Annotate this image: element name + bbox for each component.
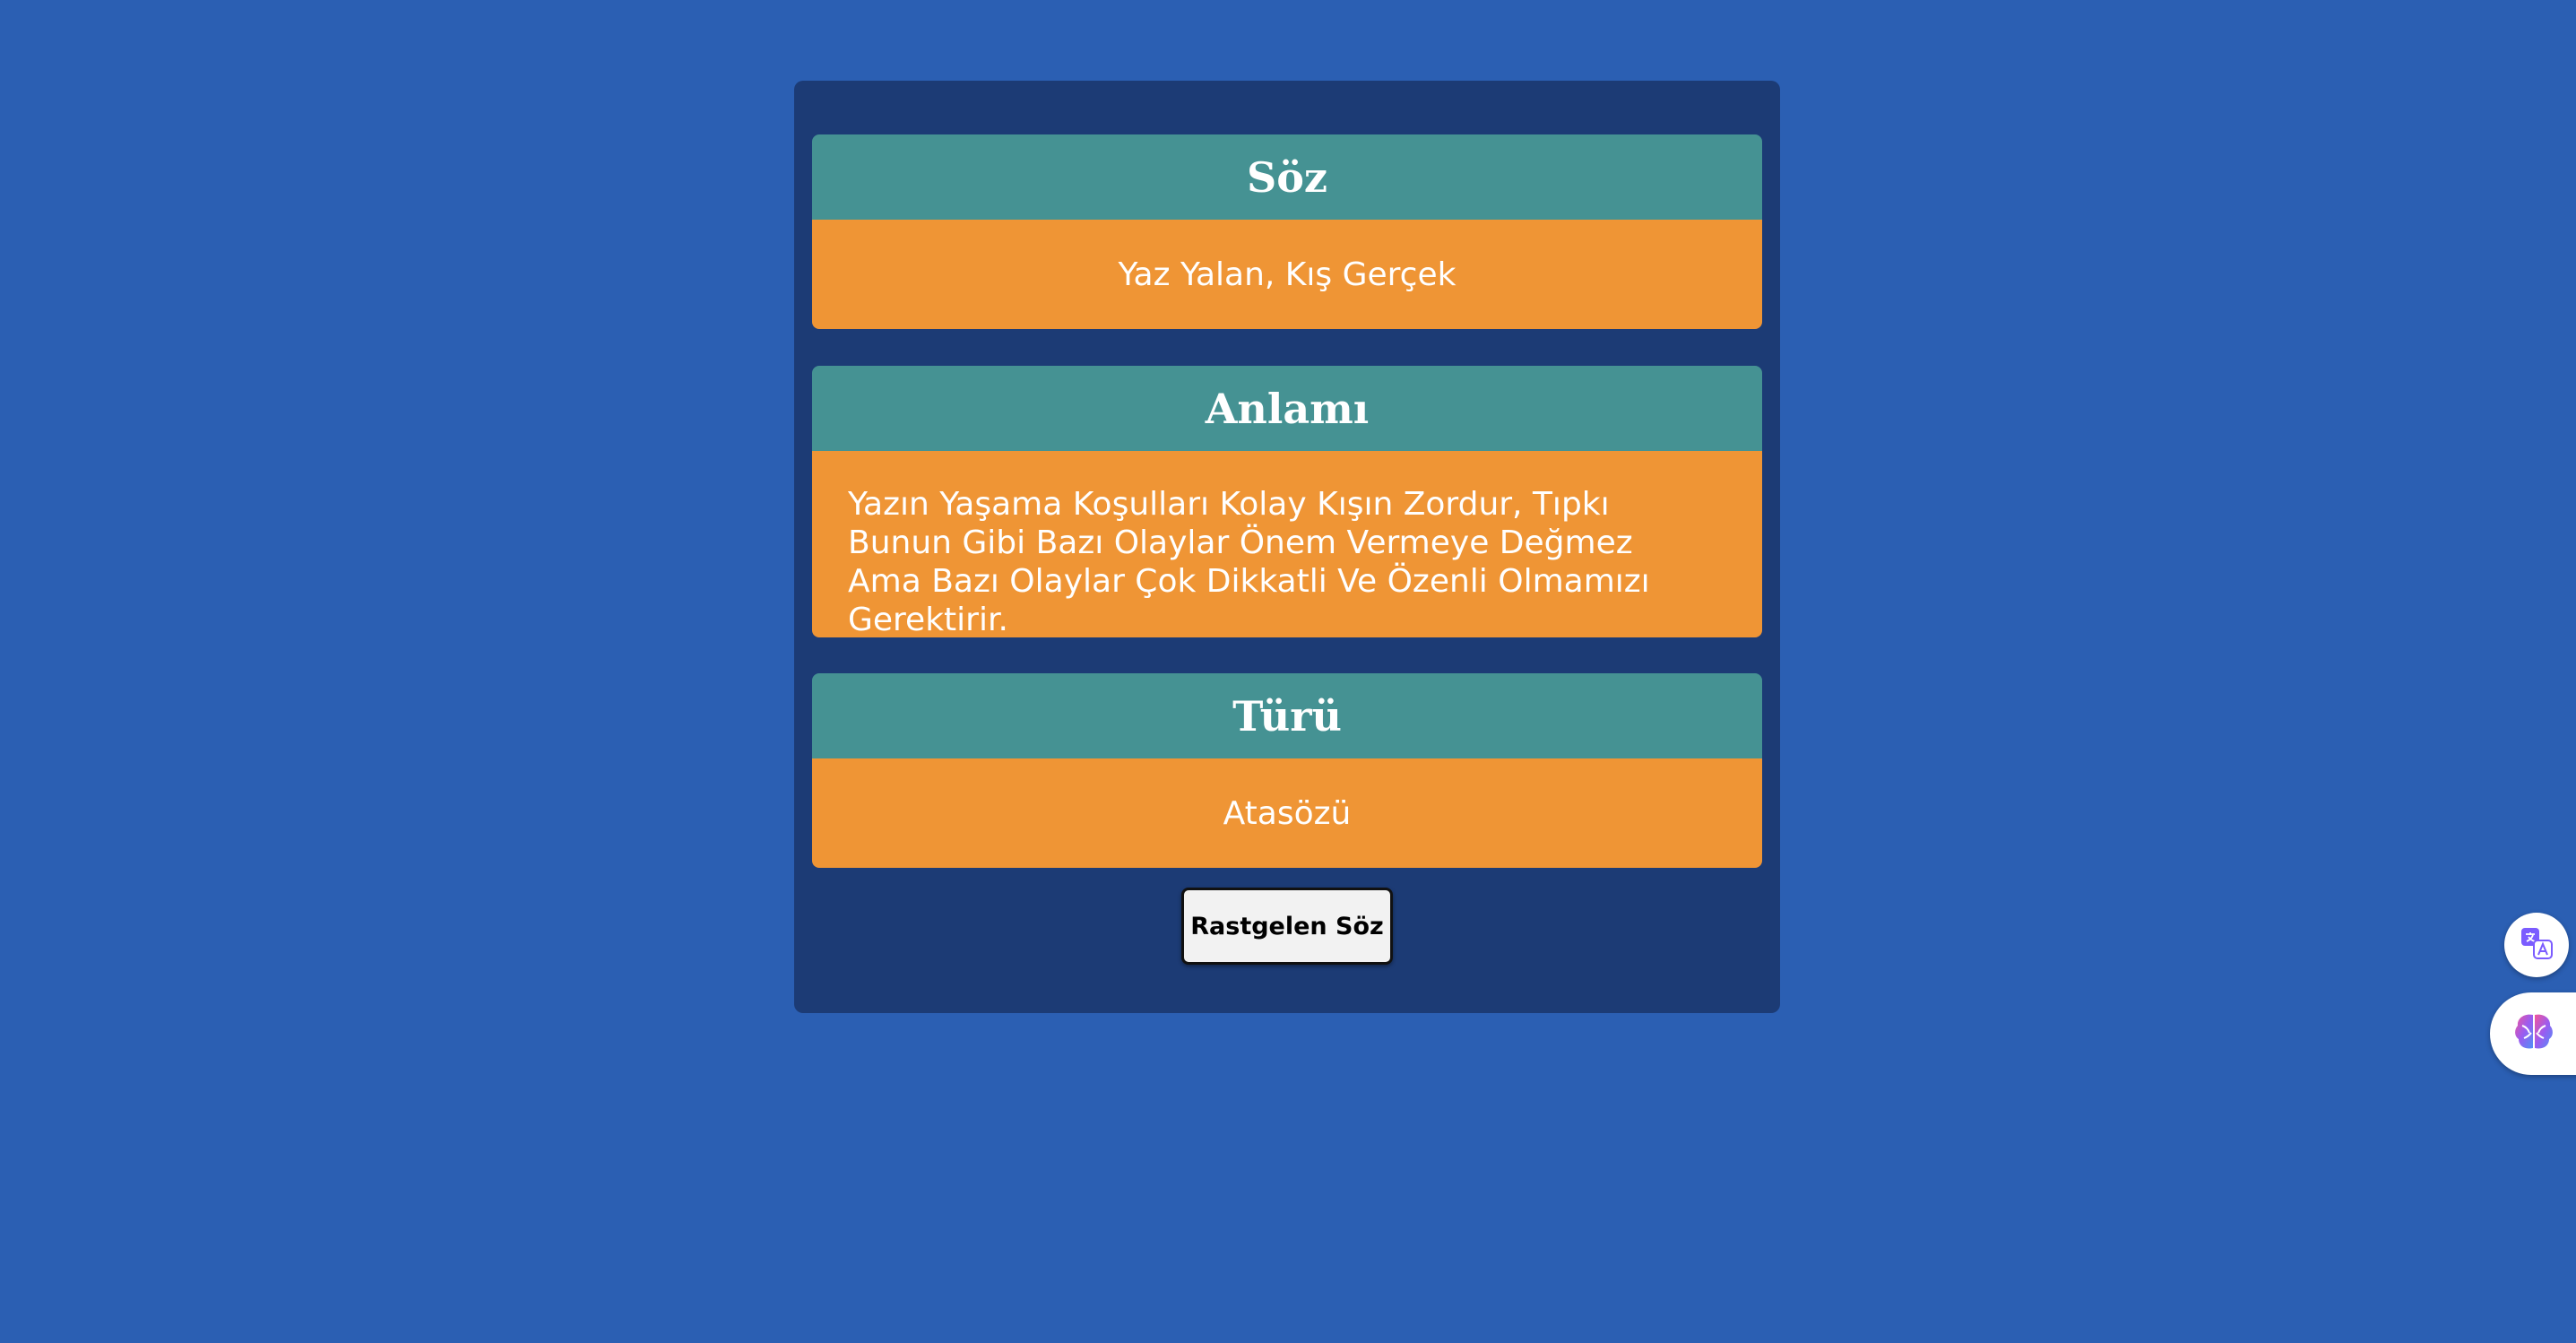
translate-button[interactable] bbox=[2504, 913, 2569, 977]
meaning-heading: Anlamı bbox=[812, 366, 1762, 451]
proverb-card: Söz Yaz Yalan, Kış Gerçek Anlamı Yazın Y… bbox=[794, 81, 1780, 1013]
brain-icon bbox=[2511, 1009, 2556, 1058]
meaning-section: Anlamı Yazın Yaşama Koşulları Kolay Kışı… bbox=[812, 366, 1762, 637]
type-text: Atasözü bbox=[812, 758, 1762, 868]
quote-text: Yaz Yalan, Kış Gerçek bbox=[812, 220, 1762, 329]
ai-assistant-button[interactable] bbox=[2490, 992, 2576, 1075]
quote-section: Söz Yaz Yalan, Kış Gerçek bbox=[812, 134, 1762, 329]
type-section: Türü Atasözü bbox=[812, 673, 1762, 868]
random-quote-button[interactable]: Rastgelen Söz bbox=[1181, 888, 1393, 965]
meaning-text: Yazın Yaşama Koşulları Kolay Kışın Zordu… bbox=[812, 451, 1762, 637]
type-heading: Türü bbox=[812, 673, 1762, 758]
quote-heading: Söz bbox=[812, 134, 1762, 220]
translate-icon bbox=[2519, 925, 2554, 965]
